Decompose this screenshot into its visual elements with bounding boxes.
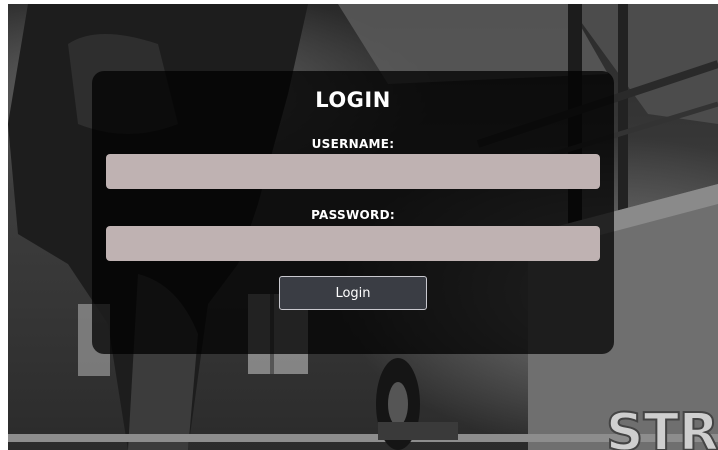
login-button[interactable]: Login xyxy=(279,276,427,310)
username-input[interactable] xyxy=(106,154,600,189)
wall-signage-text: STR xyxy=(606,403,718,450)
username-label: USERNAME: xyxy=(311,137,395,151)
login-panel: LOGIN USERNAME: PASSWORD: Login xyxy=(92,71,614,354)
password-input[interactable] xyxy=(106,226,600,261)
password-label: PASSWORD: xyxy=(311,208,395,222)
login-title: LOGIN xyxy=(315,88,391,112)
login-page: STR LOGIN USERNAME: PASSWORD: Login xyxy=(0,0,718,450)
